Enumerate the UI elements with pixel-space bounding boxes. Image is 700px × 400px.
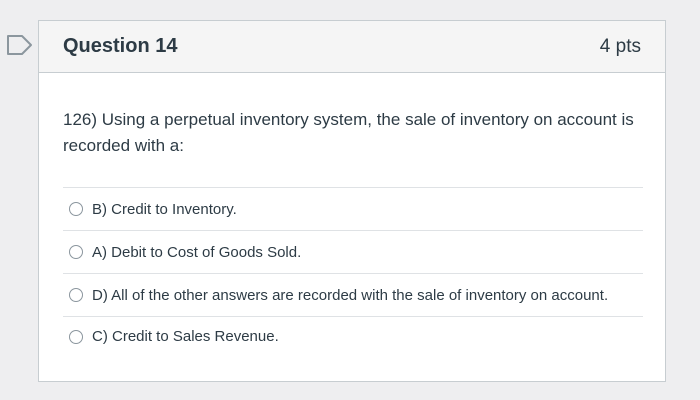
question-card: Question 14 4 pts 126) Using a perpetual… [38, 20, 666, 382]
question-points: 4 pts [599, 35, 641, 57]
answer-label: B) Credit to Inventory. [92, 200, 237, 218]
question-text: 126) Using a perpetual inventory system,… [63, 110, 634, 155]
radio-button[interactable] [69, 202, 83, 216]
radio-button[interactable] [69, 245, 83, 259]
answer-label: D) All of the other answers are recorded… [92, 286, 609, 304]
answer-option-a[interactable]: A) Debit to Cost of Goods Sold. [63, 230, 643, 273]
radio-button[interactable] [69, 288, 83, 302]
answer-list: B) Credit to Inventory. A) Debit to Cost… [63, 187, 643, 356]
answer-label: A) Debit to Cost of Goods Sold. [92, 243, 302, 261]
radio-button[interactable] [69, 329, 83, 344]
answer-label: C) Credit to Sales Revenue. [92, 328, 279, 345]
question-title: Question 14 [63, 35, 178, 57]
answer-option-b[interactable]: B) Credit to Inventory. [63, 187, 643, 230]
flag-question-icon[interactable] [6, 34, 34, 56]
answer-option-d[interactable]: D) All of the other answers are recorded… [63, 273, 643, 316]
question-header: Question 14 4 pts [39, 21, 665, 73]
answer-option-c[interactable]: C) Credit to Sales Revenue. [63, 316, 643, 356]
